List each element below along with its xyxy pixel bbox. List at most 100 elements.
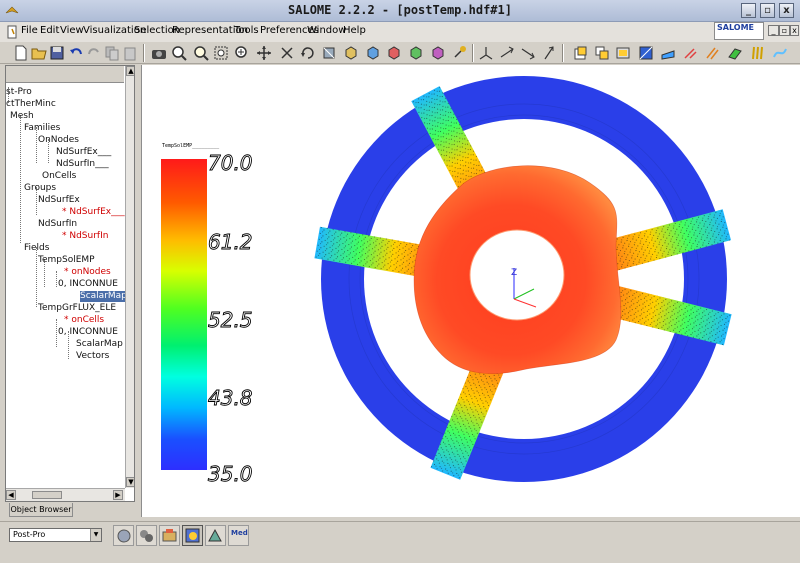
tree-node[interactable]: TempGrFLUX_ELE <box>38 303 116 314</box>
menu-file[interactable]: File <box>21 25 38 36</box>
display-icon[interactable] <box>615 45 631 61</box>
tree-node[interactable]: OnNodes <box>38 135 79 146</box>
stream-lines-icon[interactable] <box>772 45 788 61</box>
trihedron-icon[interactable] <box>478 45 494 61</box>
vectors-icon[interactable] <box>682 45 698 61</box>
module-selector-value: Post-Pro <box>13 530 46 539</box>
view-top-icon[interactable] <box>386 45 402 61</box>
tree-node[interactable]: 0, INCONNUE <box>58 327 118 338</box>
tree-node[interactable]: NdSurfEx___ <box>56 147 111 158</box>
horizontal-scrollbar[interactable]: ◀ ▶ <box>6 488 125 501</box>
supervisor-module-button[interactable] <box>159 525 180 546</box>
isosurfaces-icon[interactable] <box>704 45 720 61</box>
maximize-button[interactable]: ▫ <box>760 3 775 18</box>
rotate-icon[interactable] <box>300 45 316 61</box>
cut-planes-icon[interactable] <box>727 45 743 61</box>
visu-module-icon <box>208 528 222 542</box>
scroll-left-icon[interactable]: ◀ <box>6 490 16 500</box>
module-selector[interactable]: Post-Pro ▼ <box>9 528 102 542</box>
scalar-map-icon[interactable] <box>638 45 654 61</box>
tree-node[interactable]: ctTherMinc <box>6 99 56 110</box>
minimize-button[interactable]: _ <box>741 3 756 18</box>
view-left-icon[interactable] <box>430 45 446 61</box>
tree-node[interactable]: NdSurfEx <box>38 195 80 206</box>
undo-icon[interactable] <box>68 45 84 61</box>
menu-tools[interactable]: Tools <box>234 25 259 36</box>
view-back-icon[interactable] <box>365 45 381 61</box>
mdi-restore-button[interactable]: ▫ <box>779 25 790 36</box>
tree-node[interactable]: st-Pro <box>6 87 32 98</box>
salome-logo-text: SALOME <box>717 23 754 32</box>
axis-y-icon[interactable] <box>520 45 536 61</box>
geometry-module-button[interactable] <box>113 525 134 546</box>
deformed-shape-icon[interactable] <box>660 45 676 61</box>
tree-node[interactable]: Vectors <box>76 351 109 362</box>
object-browser-tab[interactable]: Object Browser <box>9 503 73 517</box>
view-right-icon[interactable] <box>451 45 467 61</box>
global-pan-icon[interactable] <box>279 45 295 61</box>
save-icon[interactable] <box>49 45 65 61</box>
tree-node[interactable]: 0, INCONNUE <box>58 279 118 290</box>
menu-view[interactable]: View <box>60 25 84 36</box>
tree-node[interactable]: ScalarMap <box>80 291 127 302</box>
zoom-in-icon[interactable] <box>234 45 250 61</box>
post-pro-module-button[interactable] <box>182 525 203 546</box>
open-folder-icon[interactable] <box>31 45 47 61</box>
reset-view-icon[interactable] <box>321 45 337 61</box>
pan-icon[interactable] <box>256 45 272 61</box>
tree-node[interactable]: Families <box>24 123 60 134</box>
salome-logo: SALOME <box>714 22 764 40</box>
tree-node[interactable]: * onCells <box>64 315 104 326</box>
clipping-icon[interactable] <box>572 45 588 61</box>
fit-all-icon[interactable] <box>171 45 187 61</box>
tree-node[interactable]: Mesh <box>10 111 34 122</box>
scroll-right-icon[interactable]: ▶ <box>113 490 123 500</box>
close-button[interactable]: x <box>779 3 794 18</box>
menu-edit[interactable]: Edit <box>40 25 59 36</box>
menu-window[interactable]: Window <box>307 25 346 36</box>
zoom-icon[interactable] <box>193 45 209 61</box>
tree-node[interactable]: Groups <box>24 183 56 194</box>
tree-node[interactable]: * onNodes <box>64 267 111 278</box>
vertical-scrollbar[interactable]: ▲ ▼ <box>125 66 134 488</box>
tree-node[interactable]: * NdSurfEx___ <box>62 207 125 218</box>
browser-header[interactable] <box>6 66 124 83</box>
cut-lines-icon[interactable] <box>750 45 766 61</box>
mdi-minimize-button[interactable]: _ <box>768 25 779 36</box>
fit-area-icon[interactable] <box>213 45 229 61</box>
tree-node[interactable]: OnCells <box>42 171 76 182</box>
scroll-thumb[interactable] <box>32 491 62 499</box>
shading-icon[interactable] <box>594 45 610 61</box>
tree-node[interactable]: * NdSurfIn <box>62 231 108 242</box>
vtk-viewer[interactable]: Z TempSolEMP_________ 70.0 61.2 52.5 43.… <box>141 65 800 517</box>
tree-node[interactable]: Fields <box>24 243 49 254</box>
visu-module-button[interactable] <box>205 525 226 546</box>
tree-node[interactable]: NdSurfIn <box>38 219 77 230</box>
med-module-button[interactable]: Med <box>228 525 249 546</box>
tree-node[interactable]: NdSurfIn___ <box>56 159 109 170</box>
axis-z-label: Z <box>511 268 517 278</box>
scroll-down-icon[interactable]: ▼ <box>126 477 134 487</box>
med-module-icon: Med <box>231 529 248 537</box>
viewer-canvas[interactable]: Z TempSolEMP_________ 70.0 61.2 52.5 43.… <box>142 65 800 517</box>
scalar-bar: TempSolEMP_________ 70.0 61.2 52.5 43.8 … <box>161 143 253 486</box>
axis-z-icon[interactable] <box>541 45 557 61</box>
mesh-module-button[interactable] <box>136 525 157 546</box>
chevron-down-icon[interactable]: ▼ <box>90 529 101 541</box>
tree-node[interactable]: ScalarMap <box>76 339 123 350</box>
new-document-icon[interactable] <box>13 45 29 61</box>
mdi-close-button[interactable]: x <box>790 25 799 36</box>
object-browser[interactable]: st-Pro ctTherMinc Mesh Families OnNodes … <box>5 65 135 502</box>
axis-x-icon[interactable] <box>499 45 515 61</box>
paste-icon[interactable] <box>122 45 138 61</box>
view-bottom-icon[interactable] <box>408 45 424 61</box>
document-icon[interactable] <box>6 25 18 39</box>
scroll-up-icon[interactable]: ▲ <box>126 66 134 76</box>
scalar-bar-title: TempSolEMP_________ <box>162 143 220 149</box>
view-front-icon[interactable] <box>343 45 359 61</box>
redo-icon[interactable] <box>86 45 102 61</box>
camera-icon[interactable] <box>151 45 167 61</box>
copy-icon[interactable] <box>104 45 120 61</box>
menu-help[interactable]: Help <box>343 25 366 36</box>
tree-node[interactable]: TempSolEMP <box>38 255 95 266</box>
